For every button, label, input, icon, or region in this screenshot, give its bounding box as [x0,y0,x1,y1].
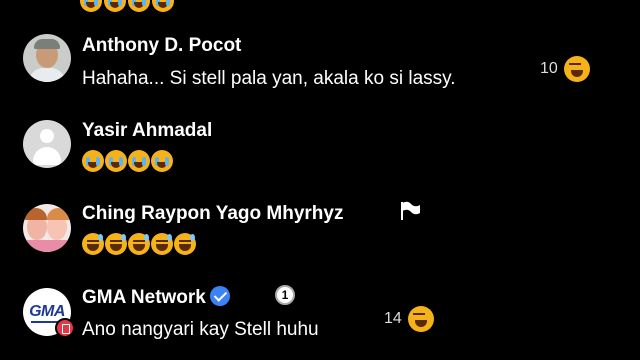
crying-face-icon [152,0,174,12]
crying-face-icon [80,0,102,12]
laughing-face-icon [407,306,434,332]
avatar[interactable] [23,204,71,252]
comment-emojis [82,150,173,172]
crying-face-icon [151,150,173,172]
grinning-sweat-icon [128,233,150,255]
avatar[interactable] [23,120,71,168]
crying-face-icon [105,150,127,172]
top-fan-flag-icon [401,201,420,220]
comment-text: Ano nangyari kay Stell huhu [82,319,319,340]
comment-text: Hahaha... Si stell pala yan, akala ko si… [82,68,456,89]
page-badge-icon [55,318,75,338]
crying-face-icon [128,150,150,172]
grinning-sweat-icon [105,233,127,255]
crying-face-icon [104,0,126,12]
reaction-count: 10 [540,60,558,77]
comment-author[interactable]: Yasir Ahmadal [82,120,212,142]
reaction-summary[interactable]: 10 [540,56,590,82]
comment-emojis [82,233,196,255]
previous-comment-emojis [80,0,174,12]
verified-badge-icon [209,286,230,306]
top-contributor-badge-icon: 1 [275,285,295,305]
comment-author[interactable]: GMA Network [82,286,230,309]
crying-face-icon [82,150,104,172]
grinning-sweat-icon [82,233,104,255]
grinning-sweat-icon [174,233,196,255]
reaction-summary[interactable]: 14 [384,306,434,332]
crying-face-icon [128,0,150,12]
grinning-sweat-icon [151,233,173,255]
comment-author[interactable]: Ching Raypon Yago Mhyrhyz [82,203,343,225]
author-name: GMA Network [82,287,206,308]
comment-author[interactable]: Anthony D. Pocot [82,35,241,57]
laughing-face-icon [563,56,590,82]
avatar[interactable] [23,34,71,82]
reaction-count: 14 [384,310,402,327]
